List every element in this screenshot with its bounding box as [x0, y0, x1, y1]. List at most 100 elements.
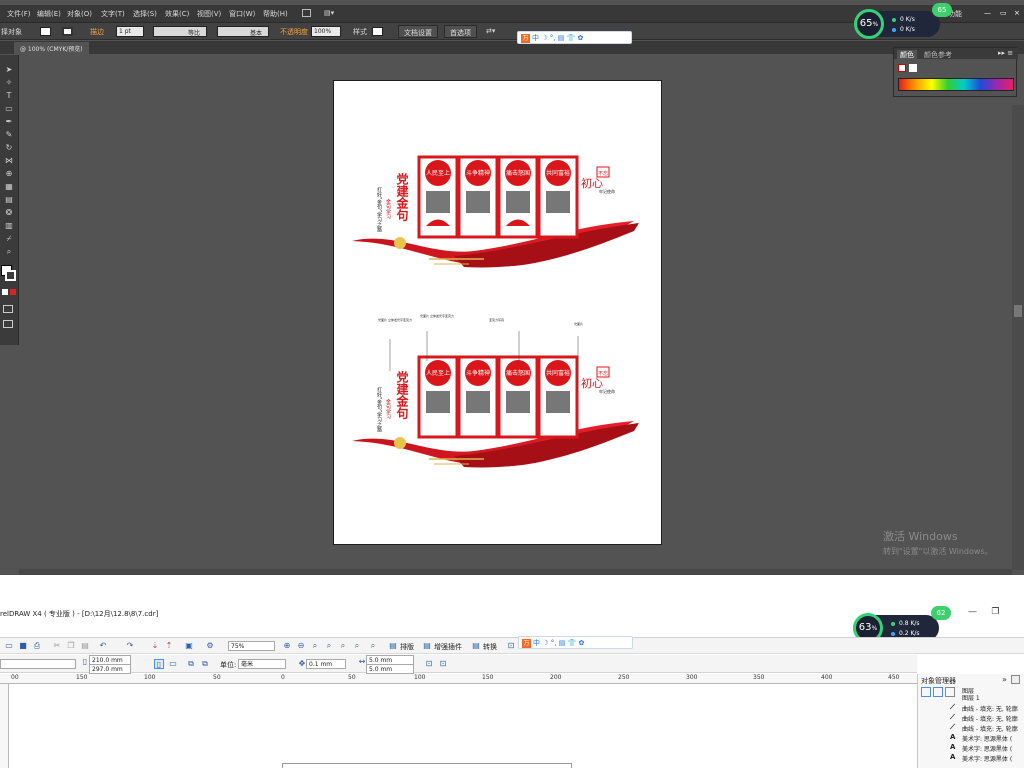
layer-manager-view-icon[interactable] — [945, 687, 955, 697]
zoom-page-icon[interactable]: ⌕ — [338, 641, 348, 651]
symbol-sprayer-icon[interactable]: ❂ — [4, 208, 14, 217]
stroke-swatch[interactable] — [62, 27, 73, 36]
graph-tool-icon[interactable]: ▥ — [4, 221, 14, 230]
ime-skin-icon-bottom[interactable]: 👕 — [568, 639, 577, 647]
ime-punct-icon[interactable]: °, — [550, 34, 556, 42]
landscape-icon[interactable]: ▭ — [168, 659, 178, 669]
mesh-tool-icon[interactable]: ▦ — [4, 182, 14, 191]
object-row[interactable]: 曲线 - 填充: 无, 轮廓 — [962, 714, 1018, 723]
docker-minimize-icon[interactable] — [1011, 675, 1020, 684]
type-tool-icon[interactable]: T — [4, 91, 14, 100]
ime-keyboard-icon-bottom[interactable]: ▤ — [559, 639, 566, 647]
brush-definition[interactable]: 基本 — [217, 26, 269, 37]
menu-object[interactable]: 对象(O) — [67, 9, 92, 19]
bridge-icon[interactable] — [302, 9, 311, 17]
preferences-button[interactable]: 首选项 — [444, 25, 477, 38]
document-setup-button[interactable]: 文档设置 — [398, 25, 438, 38]
opacity-field[interactable]: 100% — [311, 26, 341, 37]
redo-icon[interactable]: ↷ — [125, 641, 135, 651]
object-row[interactable]: 美术字: 思源黑体 ( — [962, 734, 1012, 743]
cut-icon[interactable]: ✂ — [52, 641, 62, 651]
variable-width-profile[interactable]: 等比 — [153, 26, 207, 37]
import-icon[interactable]: ⇣ — [150, 641, 160, 651]
paper-size-select[interactable] — [0, 659, 76, 669]
object-row[interactable]: 美术字: 思源黑体 ( — [962, 754, 1012, 763]
screen-mode-icon[interactable] — [3, 320, 13, 328]
vertical-scrollbar[interactable] — [1012, 105, 1024, 570]
duplicate-y-field[interactable]: 5.0 mm — [366, 664, 414, 674]
menu-type[interactable]: 文字(T) — [101, 9, 125, 19]
minimize-button-icon[interactable]: — — [968, 607, 977, 617]
export-icon[interactable]: ⇡ — [164, 641, 174, 651]
convert-button[interactable]: 转换 — [483, 642, 497, 652]
restore-icon[interactable]: ▭ — [1000, 9, 1007, 17]
magic-wand-icon[interactable]: ✧ — [4, 78, 14, 87]
object-row[interactable]: 曲线 - 填充: 无, 轮廓 — [962, 724, 1018, 733]
arrange-documents-icon[interactable]: ▤▾ — [324, 9, 334, 17]
ime-toolbar-top[interactable]: 万中 ☽ °, ▤ 👕 ✿ — [517, 31, 632, 44]
close-icon[interactable]: × — [1014, 9, 1020, 17]
restore-button-icon[interactable]: ❐ — [991, 607, 999, 617]
rotate-tool-icon[interactable]: ↻ — [4, 143, 14, 152]
shape-builder-icon[interactable]: ⊕ — [4, 169, 14, 178]
enhance-plugin-icon[interactable]: ▤ — [422, 641, 432, 651]
notification-badge-top[interactable]: 65 — [932, 3, 952, 17]
zoom-all-icon[interactable]: ⌕ — [324, 641, 334, 651]
fill-swatch[interactable] — [40, 27, 51, 36]
menu-select[interactable]: 选择(S) — [133, 9, 157, 19]
none-swatch[interactable] — [898, 64, 906, 72]
current-page-icon[interactable]: ⧉ — [200, 659, 210, 669]
minimize-icon[interactable]: — — [984, 9, 991, 17]
show-properties-icon[interactable] — [921, 687, 931, 697]
arrange-icon[interactable]: ⇄▾ — [486, 27, 495, 35]
ime-punct-icon-bottom[interactable]: °, — [551, 639, 557, 647]
stroke-color-swatch[interactable] — [5, 270, 16, 281]
zoom-level-select[interactable]: 75% — [228, 641, 275, 651]
panel-menu-icon[interactable]: ▸▸ ≡ — [998, 49, 1013, 57]
object-row[interactable]: 美术字: 思源黑体 ( — [962, 744, 1012, 753]
pencil-tool-icon[interactable]: ✎ — [4, 130, 14, 139]
ime-settings-icon-bottom[interactable]: ✿ — [579, 639, 585, 647]
menu-window[interactable]: 窗口(W) — [229, 9, 255, 19]
object-row[interactable]: 曲线 - 填充: 无, 轮廓 — [962, 704, 1018, 713]
zoom-out-icon[interactable]: ⊖ — [296, 641, 306, 651]
transform-options-icon[interactable]: ⊡ — [438, 659, 448, 669]
menu-view[interactable]: 视图(V) — [197, 9, 221, 19]
menu-file[interactable]: 文件(F) — [7, 9, 31, 19]
tab-color-guide[interactable]: 颜色参考 — [924, 50, 952, 60]
unit-select[interactable]: 毫米 — [238, 659, 286, 669]
menu-edit[interactable]: 编辑(E) — [37, 9, 61, 19]
style-swatch[interactable] — [372, 27, 383, 36]
selection-tool-icon[interactable]: ➤ — [4, 65, 14, 74]
zoom-selected-icon[interactable]: ⌕ — [310, 641, 320, 651]
document-tab[interactable]: @ 100% (CMYK/预览) — [14, 42, 89, 54]
save-icon[interactable]: ■ — [18, 641, 28, 651]
app-launcher-icon[interactable]: ⚙ — [205, 641, 215, 651]
draw-mode-icon[interactable] — [3, 305, 13, 313]
pen-tool-icon[interactable]: ✒ — [4, 117, 14, 126]
stroke-link[interactable]: 描边 — [90, 27, 104, 37]
zoom-tool-icon[interactable]: ⌕ — [4, 247, 14, 256]
convert-icon[interactable]: ▤ — [471, 641, 481, 651]
layout-icon[interactable]: ▤ — [388, 641, 398, 651]
menu-help[interactable]: 帮助(H) — [263, 9, 288, 19]
rectangle-tool-icon[interactable]: ▭ — [4, 104, 14, 113]
ime-skin-icon[interactable]: 👕 — [567, 34, 576, 42]
layout-plugin-button[interactable]: 排版 — [400, 642, 414, 652]
none-mode-icon[interactable] — [10, 289, 16, 295]
toolbar-more-icon[interactable]: ⊡ — [506, 641, 516, 651]
page-height-field[interactable]: 297.0 mm — [89, 664, 131, 674]
all-pages-icon[interactable]: ⧉ — [186, 659, 196, 669]
print-icon[interactable]: ⎙ — [32, 641, 42, 651]
publish-pdf-icon[interactable]: ▣ — [184, 641, 194, 651]
slice-tool-icon[interactable]: ⌿ — [4, 234, 14, 243]
enhance-plugin-button[interactable]: 增强插件 — [434, 642, 462, 652]
open-icon[interactable]: ▭ — [4, 641, 14, 651]
undo-icon[interactable]: ↶ — [98, 641, 108, 651]
gradient-tool-icon[interactable]: ▤ — [4, 195, 14, 204]
opacity-link[interactable]: 不透明度 — [280, 27, 308, 37]
edit-across-layers-icon[interactable] — [933, 687, 943, 697]
ime-lang[interactable]: 中 — [532, 34, 539, 42]
stroke-weight-field[interactable]: 1 pt — [116, 26, 144, 37]
portrait-icon[interactable]: ▯ — [154, 659, 164, 669]
